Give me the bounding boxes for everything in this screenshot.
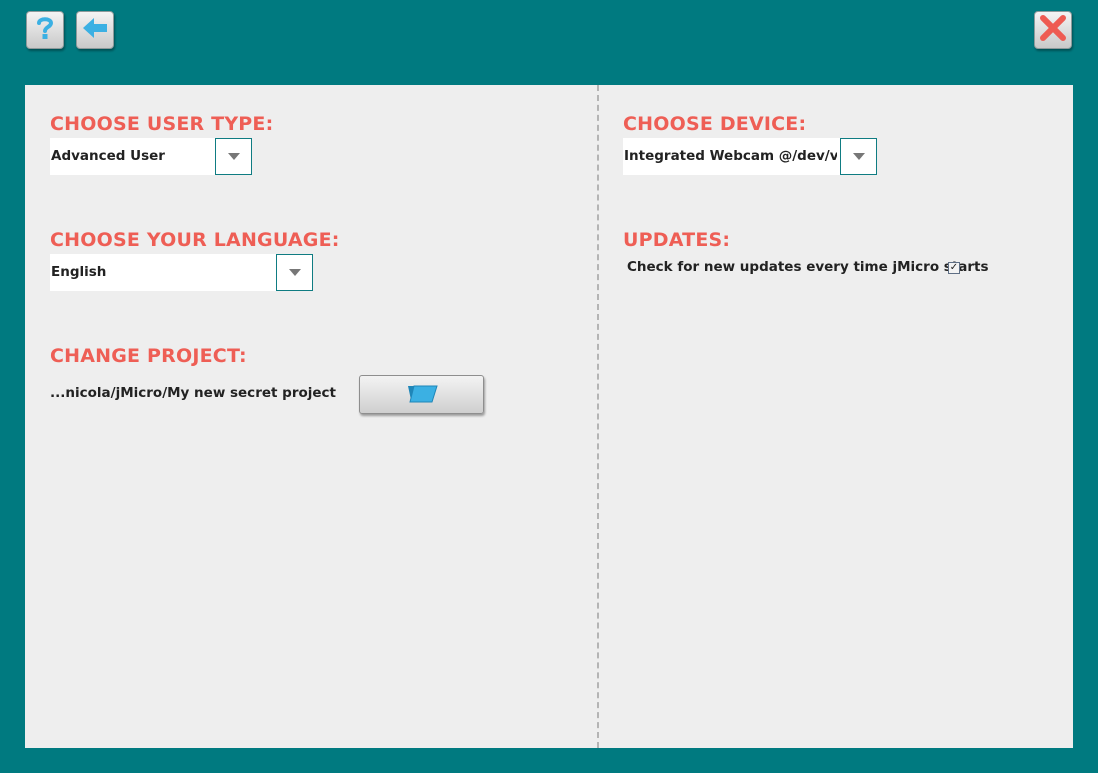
- chevron-down-icon: [288, 269, 301, 276]
- user-type-select[interactable]: Advanced User: [50, 138, 252, 175]
- open-project-button[interactable]: [359, 375, 484, 414]
- settings-panel: CHOOSE USER TYPE: Advanced User CHOOSE Y…: [25, 85, 1073, 748]
- project-path: ...nicola/jMicro/My new secret project: [50, 385, 336, 401]
- user-type-heading: CHOOSE USER TYPE:: [50, 113, 274, 135]
- device-heading: CHOOSE DEVICE:: [623, 113, 807, 135]
- updates-checkbox[interactable]: ✓: [948, 262, 960, 274]
- updates-heading: UPDATES:: [623, 229, 731, 251]
- chevron-down-icon: [227, 153, 240, 160]
- user-type-dropdown-button[interactable]: [215, 138, 252, 175]
- help-button[interactable]: [26, 11, 64, 49]
- close-x-icon: [1039, 14, 1067, 46]
- user-type-value: Advanced User: [51, 148, 165, 164]
- device-dropdown-button[interactable]: [840, 138, 877, 175]
- arrow-left-icon: [82, 17, 108, 43]
- language-dropdown-button[interactable]: [276, 254, 313, 291]
- language-select[interactable]: English: [50, 254, 313, 291]
- device-value: Integrated Webcam @/dev/vi...: [624, 148, 837, 164]
- device-select[interactable]: Integrated Webcam @/dev/vi...: [623, 138, 877, 175]
- updates-check-label: Check for new updates every time jMicro …: [627, 259, 989, 275]
- language-heading: CHOOSE YOUR LANGUAGE:: [50, 229, 340, 251]
- question-mark-icon: [34, 15, 56, 45]
- column-divider: [597, 85, 599, 748]
- language-value: English: [51, 264, 107, 280]
- close-button[interactable]: [1034, 11, 1072, 49]
- back-button[interactable]: [76, 11, 114, 49]
- chevron-down-icon: [852, 153, 865, 160]
- folder-open-icon: [406, 383, 438, 407]
- project-heading: CHANGE PROJECT:: [50, 345, 247, 367]
